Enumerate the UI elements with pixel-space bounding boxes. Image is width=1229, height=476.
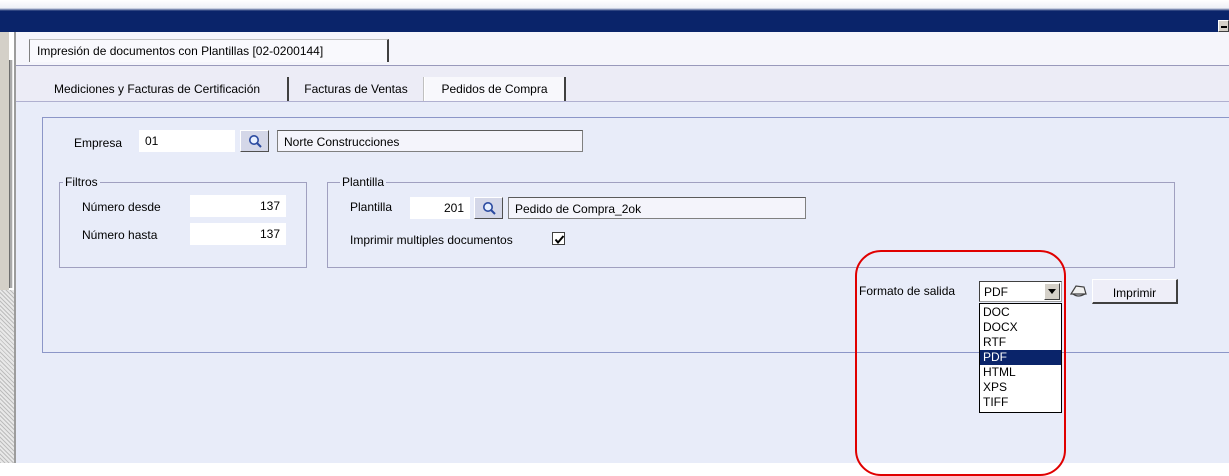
numero-desde-label: Número desde: [82, 200, 161, 214]
red-highlight-annotation: [855, 250, 1066, 476]
left-scroll-handle[interactable]: [9, 60, 13, 288]
empresa-search-button[interactable]: [240, 130, 269, 152]
empresa-name-field: Norte Construcciones: [277, 130, 583, 152]
window-title-bar: [0, 0, 1229, 32]
minimize-icon: [1221, 26, 1227, 28]
tab-label: Mediciones y Facturas de Certificación: [53, 82, 261, 96]
plantilla-name-field: Pedido de Compra_2ok: [508, 197, 806, 219]
numero-hasta-label: Número hasta: [82, 228, 158, 242]
tab-label: Pedidos de Compra: [441, 82, 548, 96]
magnifier-icon: [249, 135, 262, 148]
imprimir-button[interactable]: Imprimir: [1092, 279, 1178, 304]
plantilla-label: Plantilla: [350, 200, 393, 214]
numero-desde-input[interactable]: 137: [190, 195, 286, 217]
tab-facturas-ventas[interactable]: Facturas de Ventas: [289, 77, 424, 101]
filtros-legend: Filtros: [63, 175, 100, 189]
tab-mediciones-facturas[interactable]: Mediciones y Facturas de Certificación: [27, 77, 289, 101]
printer-icon[interactable]: [1068, 282, 1088, 300]
plantilla-code-input[interactable]: 201: [410, 197, 470, 219]
empresa-code-input[interactable]: 01: [139, 130, 235, 152]
empresa-label: Empresa: [74, 136, 123, 150]
document-tab-title: Impresión de documentos con Plantillas […: [37, 44, 324, 58]
plantilla-search-button[interactable]: [474, 197, 503, 219]
numero-hasta-input[interactable]: 137: [190, 223, 286, 245]
minimize-button[interactable]: [1218, 20, 1229, 32]
tab-pedidos-compra[interactable]: Pedidos de Compra: [424, 77, 566, 102]
checkmark-icon: [554, 235, 565, 245]
tab-label: Facturas de Ventas: [304, 82, 408, 96]
left-hatched-area: [0, 290, 14, 463]
document-tab[interactable]: Impresión de documentos con Plantillas […: [29, 39, 389, 62]
imprimir-multiples-label: Imprimir multiples documentos: [350, 233, 513, 247]
imprimir-multiples-checkbox[interactable]: [552, 232, 565, 245]
magnifier-icon: [483, 202, 496, 215]
plantilla-legend: Plantilla: [340, 175, 387, 189]
